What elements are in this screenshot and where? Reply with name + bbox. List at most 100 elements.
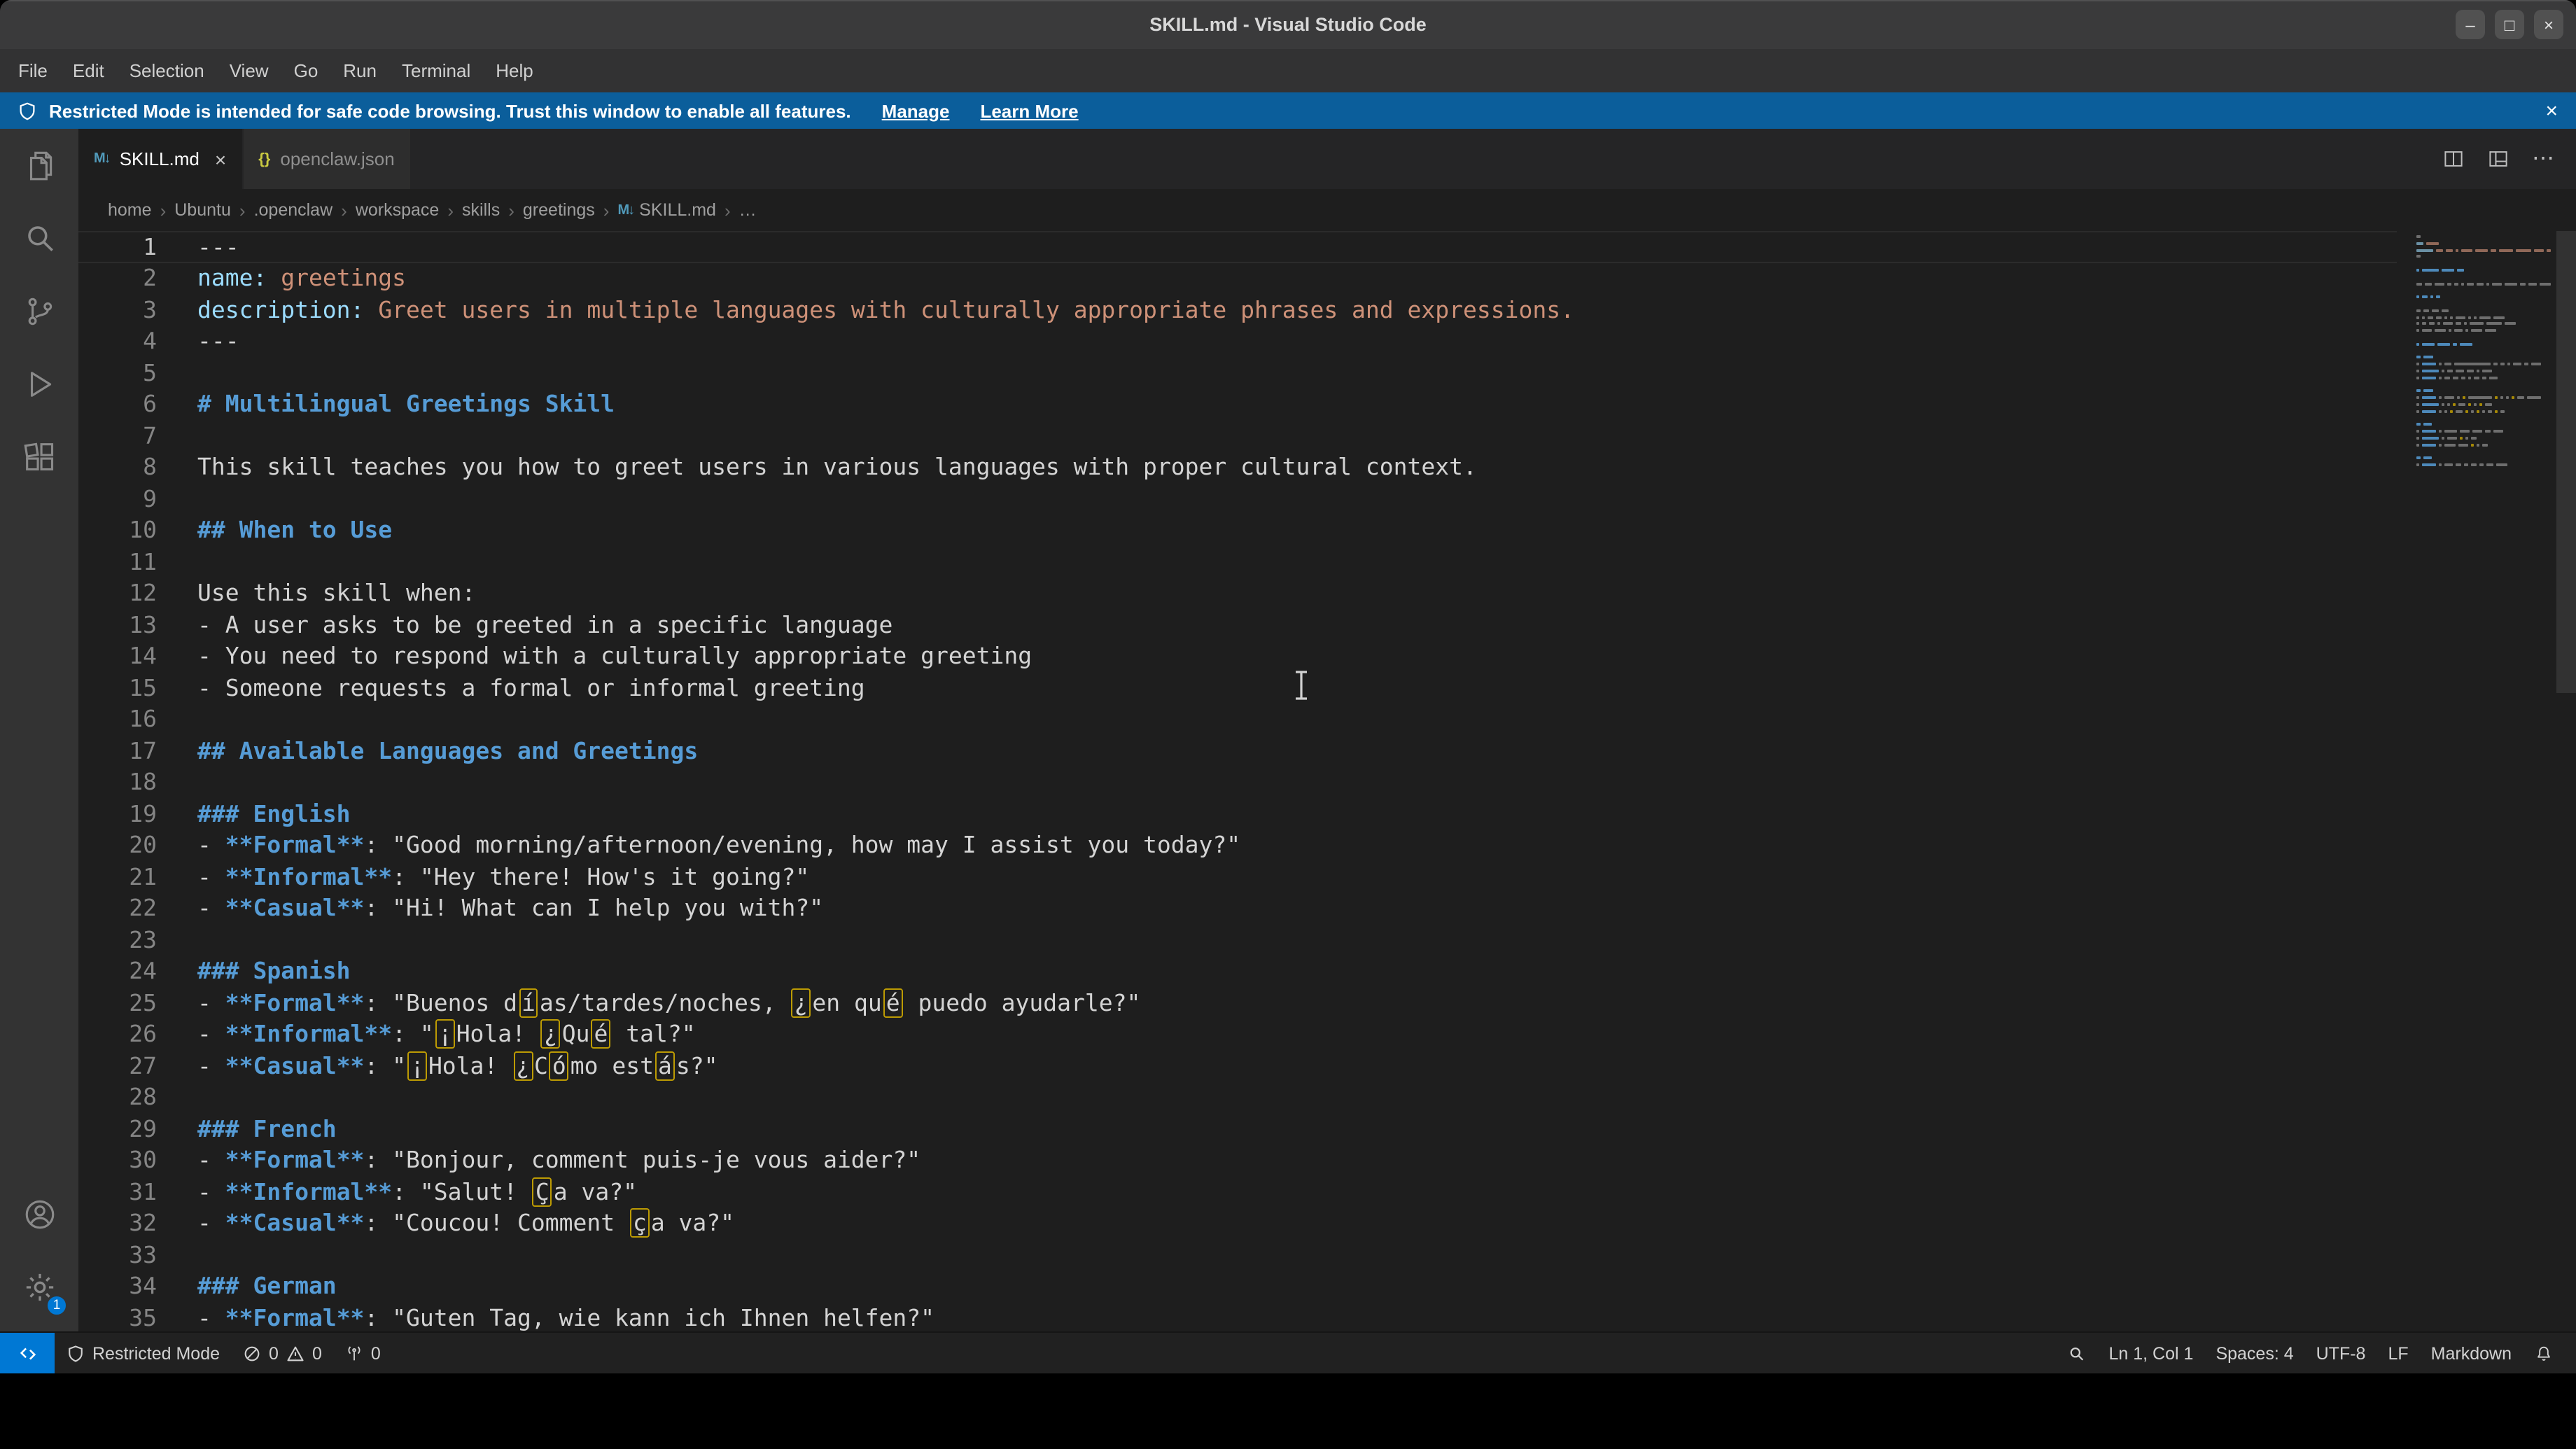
editor-line[interactable]: 3description: Greet users in multiple la…: [78, 294, 2397, 326]
editor[interactable]: 1---2name: greetings3description: Greet …: [78, 231, 2576, 1331]
line-number[interactable]: 4: [78, 328, 157, 355]
editor-line[interactable]: 32- **Casual**: "Coucou! Comment ça va?": [78, 1208, 2397, 1239]
editor-line[interactable]: 1---: [78, 231, 2397, 262]
breadcrumb-item-item[interactable]: …: [739, 200, 757, 220]
menu-terminal[interactable]: Terminal: [389, 49, 483, 92]
editor-line[interactable]: 22- **Casual**: "Hi! What can I help you…: [78, 892, 2397, 924]
menu-run[interactable]: Run: [330, 49, 389, 92]
editor-line[interactable]: 5: [78, 357, 2397, 388]
status-cursor-position[interactable]: Ln 1, Col 1: [2098, 1333, 2205, 1373]
line-number[interactable]: 1: [78, 234, 157, 260]
status-eol[interactable]: LF: [2376, 1333, 2419, 1373]
status-zoom-indicator[interactable]: [2056, 1333, 2098, 1373]
line-number[interactable]: 5: [78, 360, 157, 386]
breadcrumb-item-skill-md[interactable]: M↓SKILL.md: [617, 200, 715, 220]
line-number[interactable]: 19: [78, 801, 157, 827]
breadcrumb-item-skills[interactable]: skills: [462, 200, 500, 220]
line-number[interactable]: 2: [78, 265, 157, 292]
tab-openclaw-json[interactable]: {}openclaw.json: [243, 129, 411, 189]
menu-help[interactable]: Help: [483, 49, 546, 92]
line-number[interactable]: 10: [78, 517, 157, 544]
line-number[interactable]: 18: [78, 769, 157, 796]
status-remote[interactable]: [0, 1333, 55, 1373]
line-number[interactable]: 26: [78, 1021, 157, 1048]
editor-line[interactable]: 16: [78, 704, 2397, 735]
title-bar[interactable]: SKILL.md - Visual Studio Code – □ ×: [0, 0, 2576, 49]
editor-line[interactable]: 9: [78, 483, 2397, 514]
line-number[interactable]: 20: [78, 832, 157, 859]
breadcrumb-item-ubuntu[interactable]: Ubuntu: [174, 200, 231, 220]
close-button[interactable]: ×: [2534, 10, 2563, 39]
editor-line[interactable]: 35- **Formal**: "Guten Tag, wie kann ich…: [78, 1302, 2397, 1331]
editor-line[interactable]: 12Use this skill when:: [78, 578, 2397, 609]
editor-line[interactable]: 13- A user asks to be greeted in a speci…: [78, 609, 2397, 640]
status-ports[interactable]: 0: [333, 1333, 392, 1373]
editor-line[interactable]: 28: [78, 1082, 2397, 1113]
line-number[interactable]: 3: [78, 297, 157, 323]
line-number[interactable]: 7: [78, 423, 157, 449]
activity-source-control[interactable]: [0, 274, 78, 347]
maximize-button[interactable]: □: [2495, 10, 2524, 39]
editor-line[interactable]: 2name: greetings: [78, 262, 2397, 294]
editor-line[interactable]: 30- **Formal**: "Bonjour, comment puis-j…: [78, 1144, 2397, 1176]
menu-view[interactable]: View: [217, 49, 281, 92]
line-number[interactable]: 22: [78, 895, 157, 922]
editor-line[interactable]: 20- **Formal**: "Good morning/afternoon/…: [78, 830, 2397, 861]
editor-line[interactable]: 14- You need to respond with a culturall…: [78, 640, 2397, 672]
status-problems[interactable]: 00: [231, 1333, 333, 1373]
editor-line[interactable]: 34### German: [78, 1270, 2397, 1302]
status-language-mode[interactable]: Markdown: [2420, 1333, 2523, 1373]
editor-line[interactable]: 33: [78, 1239, 2397, 1270]
customize-layout-button[interactable]: [2486, 147, 2510, 171]
editor-line[interactable]: 6# Multilingual Greetings Skill: [78, 388, 2397, 420]
editor-line[interactable]: 29### French: [78, 1113, 2397, 1144]
menu-go[interactable]: Go: [281, 49, 331, 92]
editor-line[interactable]: 25- **Formal**: "Buenos días/tardes/noch…: [78, 987, 2397, 1018]
learn-more-link[interactable]: Learn More: [980, 100, 1078, 121]
line-number[interactable]: 27: [78, 1053, 157, 1079]
line-number[interactable]: 17: [78, 738, 157, 764]
editor-line[interactable]: 26- **Informal**: "¡Hola! ¿Qué tal?": [78, 1018, 2397, 1050]
menu-file[interactable]: File: [6, 49, 60, 92]
editor-line[interactable]: 19### English: [78, 798, 2397, 830]
editor-line[interactable]: 4---: [78, 326, 2397, 357]
line-number[interactable]: 30: [78, 1147, 157, 1174]
status-indentation[interactable]: Spaces: 4: [2204, 1333, 2304, 1373]
breadcrumb-item-openclaw[interactable]: .openclaw: [254, 200, 333, 220]
line-number[interactable]: 31: [78, 1179, 157, 1205]
banner-close-icon[interactable]: ×: [2545, 99, 2558, 122]
editor-line[interactable]: 31- **Informal**: "Salut! Ça va?": [78, 1176, 2397, 1208]
status-notifications[interactable]: [2523, 1333, 2565, 1373]
line-number[interactable]: 9: [78, 486, 157, 512]
editor-line[interactable]: 27- **Casual**: "¡Hola! ¿Cómo estás?": [78, 1050, 2397, 1082]
breadcrumb-item-workspace[interactable]: workspace: [356, 200, 440, 220]
minimize-button[interactable]: –: [2456, 10, 2485, 39]
activity-run-debug[interactable]: [0, 347, 78, 420]
editor-line[interactable]: 24### Spanish: [78, 955, 2397, 987]
tab-close-icon[interactable]: ×: [215, 148, 226, 170]
activity-search[interactable]: [0, 202, 78, 274]
line-number[interactable]: 29: [78, 1116, 157, 1142]
editor-line[interactable]: 21- **Informal**: "Hey there! How's it g…: [78, 861, 2397, 892]
line-number[interactable]: 33: [78, 1242, 157, 1268]
tab-skill-md[interactable]: M↓SKILL.md×: [78, 129, 243, 189]
menu-selection[interactable]: Selection: [117, 49, 217, 92]
line-number[interactable]: 32: [78, 1210, 157, 1237]
editor-line[interactable]: 7: [78, 420, 2397, 451]
more-actions-button[interactable]: ⋯: [2531, 147, 2555, 171]
editor-scrollbar[interactable]: [2556, 231, 2576, 693]
breadcrumb-item-greetings[interactable]: greetings: [523, 200, 595, 220]
editor-line[interactable]: 17## Available Languages and Greetings: [78, 735, 2397, 766]
split-editor-button[interactable]: [2442, 147, 2465, 171]
line-number[interactable]: 16: [78, 706, 157, 733]
line-number[interactable]: 25: [78, 990, 157, 1016]
manage-link[interactable]: Manage: [882, 100, 950, 121]
line-number[interactable]: 28: [78, 1084, 157, 1111]
activity-extensions[interactable]: [0, 420, 78, 493]
line-number[interactable]: 35: [78, 1305, 157, 1331]
activity-explorer[interactable]: [0, 129, 78, 202]
breadcrumb-item-home[interactable]: home: [108, 200, 152, 220]
line-number[interactable]: 6: [78, 391, 157, 418]
line-number[interactable]: 21: [78, 864, 157, 890]
editor-line[interactable]: 15- Someone requests a formal or informa…: [78, 672, 2397, 704]
